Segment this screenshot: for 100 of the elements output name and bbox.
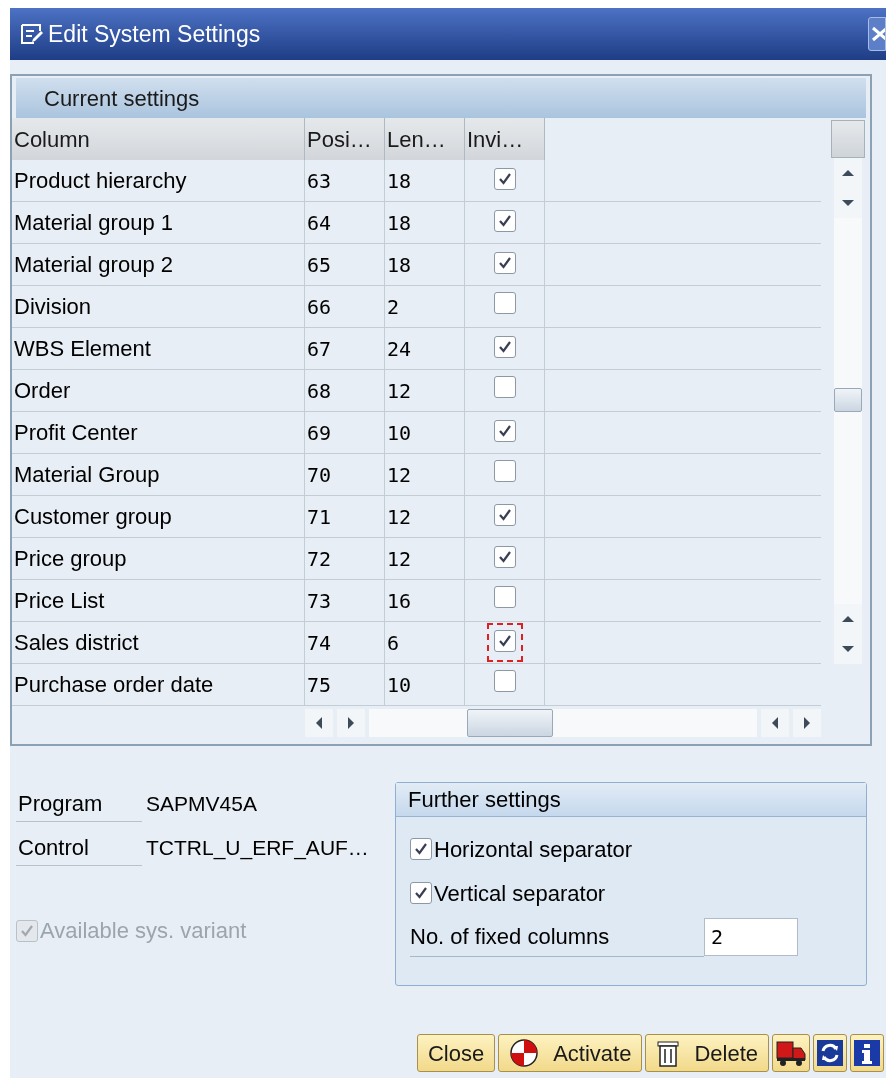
table-cell: 64 <box>305 202 385 243</box>
table-cell: 18 <box>385 160 465 201</box>
table-cell: Product hierarchy <box>12 160 305 201</box>
triangle-up-icon <box>841 614 855 624</box>
checkbox-label: Vertical separator <box>434 879 606 908</box>
table-cell: Profit Center <box>12 412 305 453</box>
checkbox[interactable] <box>493 670 516 692</box>
action-button[interactable]: Close <box>416 1034 496 1072</box>
info-icon <box>853 1038 881 1068</box>
triangle-right-icon <box>802 716 812 730</box>
triangle-right-icon <box>346 716 356 730</box>
table-cell: Customer group <box>12 496 305 537</box>
activate-icon <box>509 1038 540 1068</box>
table-cell: Material group 2 <box>12 244 305 285</box>
table-cell: Sales district <box>12 622 305 663</box>
checkbox[interactable] <box>410 882 432 904</box>
checkbox[interactable] <box>493 376 516 398</box>
checkmark-icon <box>497 634 512 648</box>
triangle-left-icon <box>314 716 324 730</box>
scroll-arrow-button[interactable] <box>761 709 789 737</box>
table-cell: 12 <box>385 454 465 495</box>
table-cell: 72 <box>305 538 385 579</box>
checkmark-icon <box>497 340 512 354</box>
scroll-arrow-button[interactable] <box>337 709 365 737</box>
field-value: SAPMV45A <box>146 791 257 818</box>
checkbox[interactable] <box>493 586 516 608</box>
checkmark-icon <box>497 424 512 438</box>
checkbox[interactable] <box>493 252 516 274</box>
table-cell: Purchase order date <box>12 664 305 705</box>
truck-icon <box>775 1038 807 1068</box>
table-cell: 12 <box>385 496 465 537</box>
checkmark-icon <box>497 508 512 522</box>
table-cell: 71 <box>305 496 385 537</box>
checkbox[interactable] <box>493 210 516 232</box>
scroll-arrow-button[interactable] <box>834 634 862 664</box>
scroll-arrow-button[interactable] <box>834 188 862 218</box>
column-header[interactable]: Len… <box>385 118 465 160</box>
trash-icon <box>656 1038 681 1068</box>
table-cell: Price List <box>12 580 305 621</box>
checkbox-label: Horizontal separator <box>434 835 633 864</box>
toolbar-button[interactable] <box>813 1034 847 1072</box>
column-header[interactable]: Posi… <box>305 118 385 160</box>
scroll-arrow-button[interactable] <box>834 158 862 188</box>
table-cell: Division <box>12 286 305 327</box>
table-cell: 2 <box>385 286 465 327</box>
triangle-down-icon <box>841 644 855 654</box>
panel-title: Current settings <box>44 84 200 113</box>
table-cell: Order <box>12 370 305 411</box>
refresh-icon <box>816 1038 844 1068</box>
checkbox[interactable] <box>493 292 516 314</box>
column-header[interactable]: Invi… <box>465 118 545 160</box>
table-cell: 68 <box>305 370 385 411</box>
table-cell: 65 <box>305 244 385 285</box>
horizontal-scroll-track[interactable] <box>369 709 757 737</box>
table-cell: Material group 1 <box>12 202 305 243</box>
field-label: Control <box>16 830 142 866</box>
table-cell: 10 <box>385 412 465 453</box>
panel-title: Further settings <box>408 786 561 814</box>
action-button[interactable]: Delete <box>645 1034 769 1072</box>
checkbox[interactable] <box>410 838 432 860</box>
checkmark-icon <box>497 172 512 186</box>
toolbar-button[interactable] <box>772 1034 810 1072</box>
checkbox[interactable] <box>493 336 516 358</box>
scroll-arrow-button[interactable] <box>793 709 821 737</box>
checkmark-icon <box>414 842 428 856</box>
field-label: Program <box>16 786 142 822</box>
input-field[interactable]: 2 <box>704 918 798 956</box>
checkbox[interactable] <box>493 460 516 482</box>
toolbar-button[interactable] <box>850 1034 884 1072</box>
triangle-up-icon <box>841 168 855 178</box>
scroll-thumb[interactable] <box>467 709 553 737</box>
field-value: TCTRL_U_ERF_AUF… <box>146 835 369 862</box>
table-cell: 70 <box>305 454 385 495</box>
table-cell: 12 <box>385 538 465 579</box>
scroll-arrow-button[interactable] <box>834 604 862 634</box>
table-cell: 24 <box>385 328 465 369</box>
table-cell: 66 <box>305 286 385 327</box>
column-header[interactable]: Column <box>12 118 305 160</box>
checkbox[interactable] <box>493 504 516 526</box>
checkbox[interactable] <box>493 420 516 442</box>
window-title: Edit System Settings <box>48 19 261 49</box>
table-cell: 73 <box>305 580 385 621</box>
checkmark-icon <box>414 886 428 900</box>
table-cell: 63 <box>305 160 385 201</box>
checkbox[interactable] <box>493 546 516 568</box>
table-cell: Price group <box>12 538 305 579</box>
checkbox[interactable] <box>493 630 516 652</box>
checkbox[interactable] <box>493 168 516 190</box>
table-cell: 67 <box>305 328 385 369</box>
scroll-thumb[interactable] <box>834 388 862 412</box>
edit-window-icon <box>20 23 44 45</box>
table-cell: 74 <box>305 622 385 663</box>
checkmark-icon <box>20 923 34 938</box>
close-icon[interactable] <box>868 17 886 51</box>
table-cell: 10 <box>385 664 465 705</box>
scroll-arrow-button[interactable] <box>305 709 333 737</box>
table-cell: 16 <box>385 580 465 621</box>
checkmark-icon <box>497 256 512 270</box>
action-button[interactable]: Activate <box>498 1034 643 1072</box>
table-cell: 12 <box>385 370 465 411</box>
